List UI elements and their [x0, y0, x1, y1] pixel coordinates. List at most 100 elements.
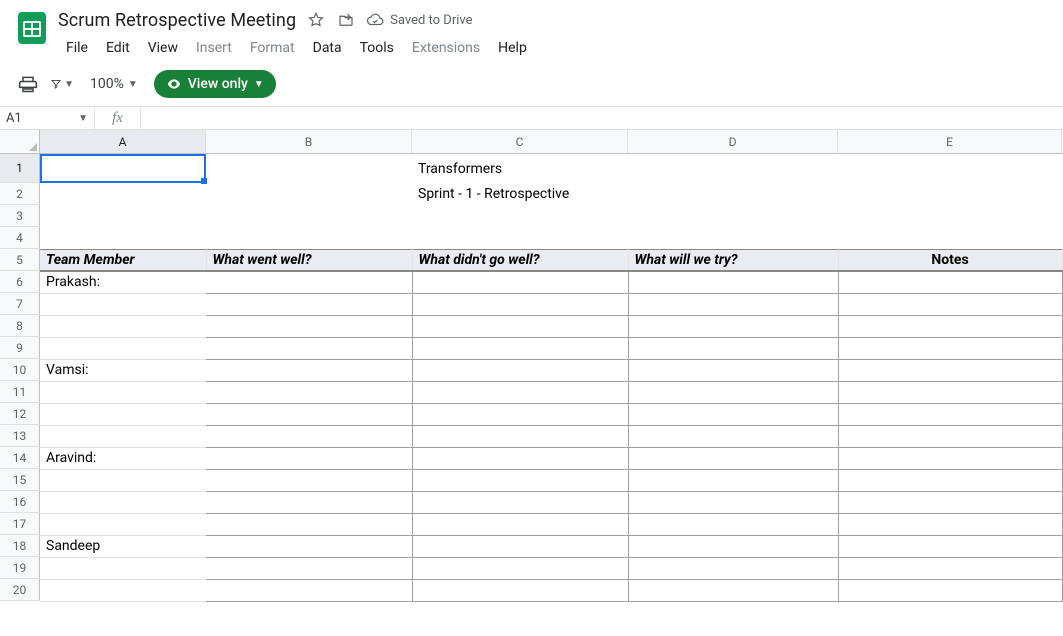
row-header[interactable]: 17	[0, 513, 40, 535]
menu-edit[interactable]: Edit	[98, 34, 138, 62]
cell[interactable]	[40, 293, 206, 315]
cell[interactable]	[838, 293, 1062, 315]
cell[interactable]	[838, 154, 1062, 183]
header-not-well[interactable]: What didn't go well?	[412, 249, 628, 271]
cell[interactable]	[206, 579, 412, 601]
name-box[interactable]: A1 ▼	[0, 107, 95, 129]
cell[interactable]	[206, 535, 412, 557]
cell[interactable]	[206, 337, 412, 359]
cell[interactable]	[40, 469, 206, 491]
cell[interactable]	[412, 315, 628, 337]
cell[interactable]	[628, 557, 838, 579]
cell[interactable]	[206, 227, 412, 249]
cell[interactable]	[628, 337, 838, 359]
row-header[interactable]: 4	[0, 227, 40, 249]
row-header[interactable]: 13	[0, 425, 40, 447]
cell[interactable]	[206, 491, 412, 513]
col-header-d[interactable]: D	[628, 130, 838, 153]
cell[interactable]	[412, 425, 628, 447]
cell[interactable]	[412, 513, 628, 535]
cell[interactable]	[628, 271, 838, 293]
cell[interactable]	[40, 513, 206, 535]
cell[interactable]	[206, 359, 412, 381]
cell[interactable]	[628, 513, 838, 535]
row-header[interactable]: 7	[0, 293, 40, 315]
cell[interactable]	[206, 315, 412, 337]
print-icon[interactable]	[16, 72, 40, 96]
cell[interactable]	[206, 293, 412, 315]
cell[interactable]	[412, 403, 628, 425]
cell[interactable]: Aravind:	[40, 447, 206, 469]
row-header[interactable]: 12	[0, 403, 40, 425]
cell[interactable]	[206, 271, 412, 293]
cell[interactable]	[628, 227, 838, 249]
row-header[interactable]: 11	[0, 381, 40, 403]
menu-help[interactable]: Help	[490, 34, 535, 62]
cell[interactable]	[838, 359, 1062, 381]
cell[interactable]	[40, 154, 206, 183]
star-icon[interactable]	[306, 10, 326, 30]
menu-file[interactable]: File	[58, 34, 96, 62]
cell[interactable]	[838, 557, 1062, 579]
cell[interactable]	[206, 447, 412, 469]
cell[interactable]	[40, 491, 206, 513]
cell[interactable]	[412, 491, 628, 513]
row-header[interactable]: 14	[0, 447, 40, 469]
cell[interactable]	[206, 513, 412, 535]
cell[interactable]	[838, 535, 1062, 557]
cell[interactable]	[206, 403, 412, 425]
col-header-e[interactable]: E	[838, 130, 1062, 153]
cell[interactable]	[412, 447, 628, 469]
row-header[interactable]: 8	[0, 315, 40, 337]
header-notes[interactable]: Notes	[838, 249, 1062, 271]
cell[interactable]	[40, 227, 206, 249]
cell[interactable]	[412, 337, 628, 359]
cell[interactable]: Vamsi:	[40, 359, 206, 381]
row-header[interactable]: 2	[0, 183, 40, 205]
cell[interactable]	[838, 183, 1062, 205]
row-header[interactable]: 1	[0, 154, 40, 183]
select-all-cell[interactable]	[0, 130, 40, 153]
cell[interactable]	[412, 205, 628, 227]
cell[interactable]	[628, 183, 838, 205]
cell[interactable]	[628, 154, 838, 183]
cell[interactable]	[838, 271, 1062, 293]
cell[interactable]	[40, 579, 206, 601]
cell[interactable]	[628, 315, 838, 337]
cell[interactable]	[838, 315, 1062, 337]
cell[interactable]	[838, 513, 1062, 535]
row-header[interactable]: 9	[0, 337, 40, 359]
cell[interactable]	[838, 337, 1062, 359]
cell[interactable]	[40, 381, 206, 403]
row-header[interactable]: 19	[0, 557, 40, 579]
cell[interactable]	[628, 381, 838, 403]
menu-view[interactable]: View	[140, 34, 186, 62]
row-header[interactable]: 16	[0, 491, 40, 513]
header-will-try[interactable]: What will we try?	[628, 249, 838, 271]
cell[interactable]	[628, 579, 838, 601]
cell[interactable]	[206, 381, 412, 403]
cell[interactable]	[40, 315, 206, 337]
cell[interactable]	[628, 491, 838, 513]
cell[interactable]	[838, 425, 1062, 447]
cell[interactable]	[412, 227, 628, 249]
cell[interactable]	[206, 205, 412, 227]
row-header[interactable]: 18	[0, 535, 40, 557]
col-header-a[interactable]: A	[40, 130, 206, 153]
cell[interactable]	[412, 469, 628, 491]
cell[interactable]	[412, 381, 628, 403]
menu-data[interactable]: Data	[305, 34, 350, 62]
cell[interactable]	[206, 557, 412, 579]
cell[interactable]	[838, 403, 1062, 425]
row-header[interactable]: 20	[0, 579, 40, 601]
cell[interactable]	[838, 469, 1062, 491]
cell[interactable]	[412, 271, 628, 293]
formula-input[interactable]	[141, 107, 1063, 129]
cell[interactable]	[838, 381, 1062, 403]
cell[interactable]: Prakash:	[40, 271, 206, 293]
cell[interactable]	[628, 469, 838, 491]
cell[interactable]	[412, 579, 628, 601]
cell[interactable]	[838, 579, 1062, 601]
doc-title[interactable]: Scrum Retrospective Meeting	[58, 10, 296, 31]
cell[interactable]	[628, 205, 838, 227]
